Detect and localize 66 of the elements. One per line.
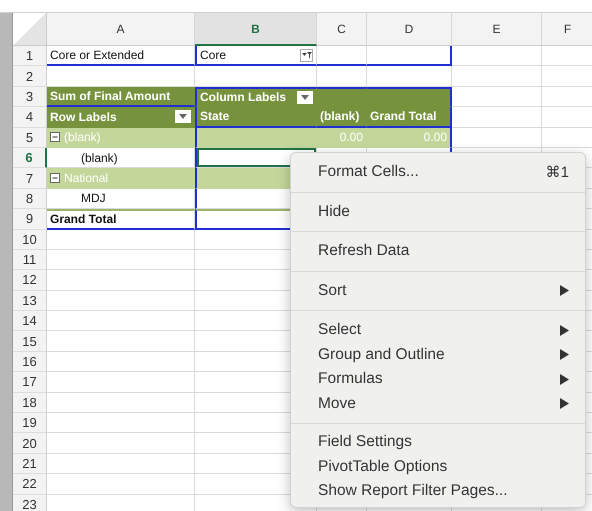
row-header[interactable]: 16 <box>13 352 47 372</box>
row-header[interactable]: 18 <box>13 392 47 414</box>
submenu-arrow-icon <box>560 349 569 360</box>
column-header[interactable]: F <box>542 13 592 46</box>
row-header[interactable]: 11 <box>13 250 47 270</box>
row-header[interactable]: 21 <box>13 454 47 474</box>
pivot-header-cell-text: Sum of Final Amount <box>50 88 172 103</box>
submenu-arrow-icon <box>560 398 569 410</box>
dropdown-icon[interactable] <box>297 90 313 104</box>
row-header[interactable]: 23 <box>13 494 47 511</box>
cell-text: 0.00 <box>422 130 447 144</box>
menu-item[interactable]: Show Report Filter Pages... <box>291 479 585 504</box>
row-header[interactable]: 20 <box>13 433 47 454</box>
window-edge <box>0 494 13 511</box>
column-header[interactable]: A <box>47 13 195 46</box>
menu-item[interactable]: Formulas <box>291 367 585 392</box>
row-header[interactable]: 3 <box>13 86 47 108</box>
row-header[interactable]: 6 <box>13 148 47 168</box>
row-header[interactable]: 14 <box>13 311 47 332</box>
menu-item[interactable]: Refresh Data <box>291 239 585 264</box>
row-header[interactable]: 13 <box>13 290 47 312</box>
menu-item[interactable]: Field Settings <box>291 430 585 454</box>
menu-item[interactable]: Move <box>291 392 585 416</box>
collapse-icon[interactable] <box>50 132 60 142</box>
column-header[interactable]: C <box>317 13 367 46</box>
row-header[interactable]: 10 <box>13 230 47 250</box>
cell-text: Grand Total <box>50 212 118 226</box>
menu-item[interactable]: Select <box>291 318 585 342</box>
row-header[interactable]: 17 <box>13 372 47 393</box>
row-header[interactable]: 9 <box>13 209 47 230</box>
column-header[interactable]: B <box>195 13 317 46</box>
row-header[interactable]: 22 <box>13 474 47 495</box>
row-header[interactable]: 12 <box>13 270 47 291</box>
row-header[interactable]: 15 <box>13 331 47 352</box>
row-header[interactable]: 7 <box>13 168 47 189</box>
pivot-header-cell-text: (blank) <box>320 109 360 124</box>
pivot-header-cell-text: Grand Total <box>370 109 438 124</box>
cell-text: Core <box>200 48 228 62</box>
pivot-header-cell-text: Column Labels <box>200 90 288 104</box>
menu-item[interactable]: PivotTable Options <box>291 454 585 479</box>
cell-text: (blank) <box>64 130 102 144</box>
cell-text: (blank) <box>81 150 119 165</box>
column-header[interactable]: E <box>452 13 542 46</box>
cell-text: MDJ <box>81 191 107 206</box>
menu-item[interactable]: Sort <box>291 278 585 303</box>
row-header[interactable]: 4 <box>13 107 47 128</box>
cell-text: 0.00 <box>338 130 363 144</box>
submenu-arrow-icon <box>560 374 569 385</box>
submenu-arrow-icon <box>560 324 569 336</box>
menu-item[interactable]: Group and Outline <box>291 342 585 367</box>
dropdown-icon[interactable] <box>175 110 191 124</box>
row-header[interactable]: 1 <box>13 46 47 66</box>
pivot-header-cell-text: Row Labels <box>50 110 118 124</box>
row-header[interactable]: 8 <box>13 188 47 210</box>
submenu-arrow-icon <box>560 285 569 296</box>
menu-item[interactable]: Format Cells... ⌘1 <box>291 160 585 184</box>
menu-item[interactable]: Hide <box>291 200 585 224</box>
cell-text: National <box>64 171 110 186</box>
column-header[interactable]: D <box>367 13 452 46</box>
row-header[interactable]: 2 <box>13 66 47 87</box>
filter-icon[interactable] <box>300 48 313 62</box>
row-header[interactable]: 19 <box>13 413 47 434</box>
row-header[interactable]: 5 <box>13 128 47 148</box>
cell-text: Core or Extended <box>50 48 146 62</box>
pivot-header-cell-text: State <box>200 109 230 124</box>
collapse-icon[interactable] <box>50 173 60 184</box>
